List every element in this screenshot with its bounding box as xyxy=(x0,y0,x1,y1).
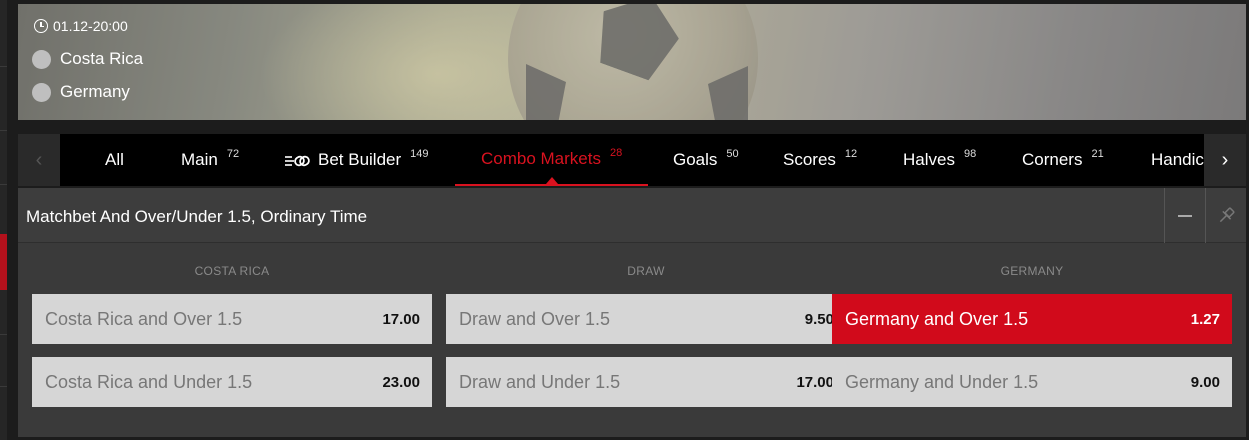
odds-button[interactable]: Costa Rica and Under 1.5 23.00 xyxy=(32,357,432,407)
event-header-banner: 01.12-20:00 Costa Rica Germany xyxy=(18,4,1246,120)
tab-label: Handicap xyxy=(1151,150,1204,169)
selection-price: 1.27 xyxy=(1190,310,1220,328)
selection-price: 9.50 xyxy=(804,310,834,328)
left-rail xyxy=(0,0,7,440)
tab-label: All xyxy=(105,150,124,169)
tab-count: 12 xyxy=(844,148,858,160)
bet-builder-icon xyxy=(285,153,311,167)
market-header[interactable]: Matchbet And Over/Under 1.5, Ordinary Ti… xyxy=(18,188,1246,243)
tab-combo-markets[interactable]: Combo Markets 28 xyxy=(455,134,649,186)
clock-icon xyxy=(34,19,48,33)
tab-main[interactable]: Main 72 xyxy=(181,134,239,186)
tab-count: 72 xyxy=(226,148,240,160)
tab-all[interactable]: All xyxy=(105,134,124,186)
tab-label: Corners xyxy=(1022,150,1083,169)
tabs-strip: All Main 72 Bet Builder 149 Combo Market… xyxy=(78,134,1204,186)
odds-button[interactable]: Draw and Over 1.5 9.50 xyxy=(446,294,846,344)
home-team: Costa Rica xyxy=(32,49,143,69)
tab-handicap[interactable]: Handicap xyxy=(1151,134,1204,186)
pin-icon xyxy=(1219,207,1235,222)
selection-price: 23.00 xyxy=(382,373,420,391)
chevron-right-icon: › xyxy=(1221,148,1229,171)
selection-label: Germany and Under 1.5 xyxy=(845,371,1039,392)
market-title: Matchbet And Over/Under 1.5, Ordinary Ti… xyxy=(26,207,368,226)
pin-market-button[interactable] xyxy=(1205,188,1246,243)
rail-divider xyxy=(0,386,7,387)
tab-count: 98 xyxy=(963,148,977,160)
selection-price: 9.00 xyxy=(1190,373,1220,391)
tab-count: 28 xyxy=(609,147,623,159)
tab-count: 21 xyxy=(1091,148,1104,160)
rail-divider xyxy=(0,66,7,67)
tab-scores[interactable]: Scores 12 xyxy=(783,134,857,186)
tab-bet-builder[interactable]: Bet Builder 149 xyxy=(285,134,429,186)
active-tab-caret xyxy=(545,177,558,184)
team-badge-icon xyxy=(32,49,51,69)
tab-corners[interactable]: Corners 21 xyxy=(1022,134,1104,186)
market-panel: Matchbet And Over/Under 1.5, Ordinary Ti… xyxy=(18,188,1246,437)
column-header-home: COSTA RICA xyxy=(194,264,270,278)
event-time-text: 01.12-20:00 xyxy=(53,18,128,34)
selection-label: Costa Rica and Under 1.5 xyxy=(45,371,253,392)
selection-price: 17.00 xyxy=(796,373,834,391)
banner-overlay xyxy=(18,4,1246,120)
tab-goals[interactable]: Goals 50 xyxy=(673,134,739,186)
odds-button[interactable]: Draw and Under 1.5 17.00 xyxy=(446,357,846,407)
odds-button-selected[interactable]: Germany and Over 1.5 1.27 xyxy=(832,294,1232,344)
selection-label: Draw and Over 1.5 xyxy=(459,308,611,329)
away-team: Germany xyxy=(32,82,130,102)
tab-label: Scores xyxy=(783,150,836,169)
tab-label: Goals xyxy=(673,150,718,169)
column-header-draw: DRAW xyxy=(627,264,665,278)
odds-button[interactable]: Germany and Under 1.5 9.00 xyxy=(832,357,1232,407)
odds-button[interactable]: Costa Rica and Over 1.5 17.00 xyxy=(32,294,432,344)
minus-icon xyxy=(1178,214,1192,217)
tab-label: Combo Markets xyxy=(481,149,601,168)
tabs-scroll-left-button[interactable]: ‹ xyxy=(18,134,60,186)
selection-label: Draw and Under 1.5 xyxy=(459,371,621,392)
tabs-scroll-right-button[interactable]: › xyxy=(1204,134,1246,186)
tab-label: Bet Builder xyxy=(318,150,402,169)
rail-divider xyxy=(0,334,7,335)
tab-halves[interactable]: Halves 98 xyxy=(903,134,976,186)
rail-divider xyxy=(0,130,7,131)
tab-label: Halves xyxy=(903,150,955,169)
home-team-name: Costa Rica xyxy=(60,49,144,68)
away-team-name: Germany xyxy=(60,82,130,101)
event-time: 01.12-20:00 xyxy=(34,18,128,34)
selection-price: 17.00 xyxy=(382,310,420,328)
tab-count: 149 xyxy=(410,148,429,160)
column-header-away: GERMANY xyxy=(1000,264,1064,278)
collapse-market-button[interactable] xyxy=(1164,188,1205,243)
market-tabs: ‹ All Main 72 Bet Builder 149 Combo Mark… xyxy=(18,134,1246,186)
selection-label: Germany and Over 1.5 xyxy=(845,308,1029,329)
rail-divider xyxy=(0,184,7,185)
team-badge-icon xyxy=(32,82,51,102)
tab-label: Main xyxy=(181,150,218,169)
chevron-left-icon: ‹ xyxy=(35,148,43,171)
selection-label: Costa Rica and Over 1.5 xyxy=(45,308,243,329)
tab-count: 50 xyxy=(726,148,739,160)
rail-active-marker xyxy=(0,234,7,290)
